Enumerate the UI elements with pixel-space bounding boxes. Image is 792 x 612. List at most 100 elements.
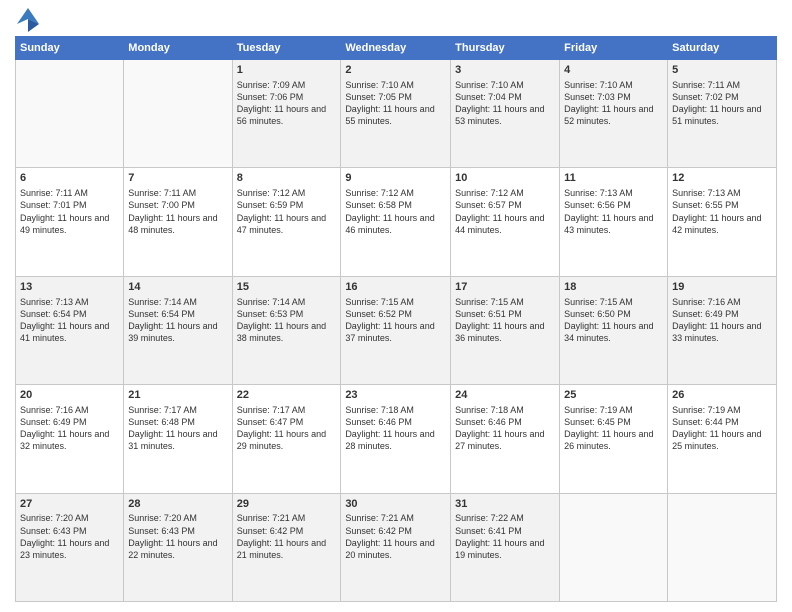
day-number: 23 (345, 388, 446, 403)
day-number: 10 (455, 171, 555, 186)
daylight-text: Daylight: 11 hours and 56 minutes. (237, 103, 337, 127)
week-row-3: 13Sunrise: 7:13 AMSunset: 6:54 PMDayligh… (16, 276, 777, 384)
sunrise-text: Sunrise: 7:17 AM (128, 404, 227, 416)
sunset-text: Sunset: 6:52 PM (345, 308, 446, 320)
sunset-text: Sunset: 7:00 PM (128, 199, 227, 211)
sunset-text: Sunset: 6:58 PM (345, 199, 446, 211)
sunset-text: Sunset: 6:48 PM (128, 416, 227, 428)
page: SundayMondayTuesdayWednesdayThursdayFrid… (0, 0, 792, 612)
sunrise-text: Sunrise: 7:10 AM (564, 79, 663, 91)
sunset-text: Sunset: 6:55 PM (672, 199, 772, 211)
sunrise-text: Sunrise: 7:14 AM (237, 296, 337, 308)
day-number: 19 (672, 280, 772, 295)
day-number: 12 (672, 171, 772, 186)
sunrise-text: Sunrise: 7:11 AM (20, 187, 119, 199)
sunset-text: Sunset: 6:43 PM (128, 525, 227, 537)
calendar-cell: 4Sunrise: 7:10 AMSunset: 7:03 PMDaylight… (560, 60, 668, 168)
calendar-cell: 19Sunrise: 7:16 AMSunset: 6:49 PMDayligh… (668, 276, 777, 384)
sunrise-text: Sunrise: 7:12 AM (455, 187, 555, 199)
calendar-table: SundayMondayTuesdayWednesdayThursdayFrid… (15, 36, 777, 602)
daylight-text: Daylight: 11 hours and 44 minutes. (455, 212, 555, 236)
day-number: 9 (345, 171, 446, 186)
daylight-text: Daylight: 11 hours and 42 minutes. (672, 212, 772, 236)
week-row-4: 20Sunrise: 7:16 AMSunset: 6:49 PMDayligh… (16, 385, 777, 493)
daylight-text: Daylight: 11 hours and 53 minutes. (455, 103, 555, 127)
daylight-text: Daylight: 11 hours and 33 minutes. (672, 320, 772, 344)
sunset-text: Sunset: 6:46 PM (345, 416, 446, 428)
daylight-text: Daylight: 11 hours and 20 minutes. (345, 537, 446, 561)
daylight-text: Daylight: 11 hours and 43 minutes. (564, 212, 663, 236)
daylight-text: Daylight: 11 hours and 37 minutes. (345, 320, 446, 344)
calendar-cell: 11Sunrise: 7:13 AMSunset: 6:56 PMDayligh… (560, 168, 668, 276)
sunset-text: Sunset: 6:47 PM (237, 416, 337, 428)
calendar-cell: 21Sunrise: 7:17 AMSunset: 6:48 PMDayligh… (124, 385, 232, 493)
week-row-5: 27Sunrise: 7:20 AMSunset: 6:43 PMDayligh… (16, 493, 777, 601)
day-number: 27 (20, 497, 119, 512)
calendar-cell: 22Sunrise: 7:17 AMSunset: 6:47 PMDayligh… (232, 385, 341, 493)
daylight-text: Daylight: 11 hours and 51 minutes. (672, 103, 772, 127)
daylight-text: Daylight: 11 hours and 49 minutes. (20, 212, 119, 236)
calendar-cell: 14Sunrise: 7:14 AMSunset: 6:54 PMDayligh… (124, 276, 232, 384)
calendar-cell: 10Sunrise: 7:12 AMSunset: 6:57 PMDayligh… (451, 168, 560, 276)
calendar-cell: 9Sunrise: 7:12 AMSunset: 6:58 PMDaylight… (341, 168, 451, 276)
day-number: 13 (20, 280, 119, 295)
sunrise-text: Sunrise: 7:10 AM (455, 79, 555, 91)
sunset-text: Sunset: 6:57 PM (455, 199, 555, 211)
sunset-text: Sunset: 6:59 PM (237, 199, 337, 211)
daylight-text: Daylight: 11 hours and 46 minutes. (345, 212, 446, 236)
sunrise-text: Sunrise: 7:15 AM (345, 296, 446, 308)
day-number: 14 (128, 280, 227, 295)
daylight-text: Daylight: 11 hours and 19 minutes. (455, 537, 555, 561)
calendar-cell: 2Sunrise: 7:10 AMSunset: 7:05 PMDaylight… (341, 60, 451, 168)
sunrise-text: Sunrise: 7:15 AM (455, 296, 555, 308)
sunset-text: Sunset: 6:42 PM (237, 525, 337, 537)
daylight-text: Daylight: 11 hours and 52 minutes. (564, 103, 663, 127)
day-number: 11 (564, 171, 663, 186)
daylight-text: Daylight: 11 hours and 32 minutes. (20, 428, 119, 452)
sunrise-text: Sunrise: 7:10 AM (345, 79, 446, 91)
day-number: 24 (455, 388, 555, 403)
sunrise-text: Sunrise: 7:16 AM (672, 296, 772, 308)
calendar-cell (560, 493, 668, 601)
sunset-text: Sunset: 7:01 PM (20, 199, 119, 211)
day-number: 31 (455, 497, 555, 512)
daylight-text: Daylight: 11 hours and 36 minutes. (455, 320, 555, 344)
header-row: SundayMondayTuesdayWednesdayThursdayFrid… (16, 37, 777, 60)
day-header-monday: Monday (124, 37, 232, 60)
sunrise-text: Sunrise: 7:21 AM (345, 512, 446, 524)
daylight-text: Daylight: 11 hours and 29 minutes. (237, 428, 337, 452)
daylight-text: Daylight: 11 hours and 26 minutes. (564, 428, 663, 452)
day-number: 15 (237, 280, 337, 295)
daylight-text: Daylight: 11 hours and 22 minutes. (128, 537, 227, 561)
day-number: 21 (128, 388, 227, 403)
sunset-text: Sunset: 6:42 PM (345, 525, 446, 537)
calendar-cell: 31Sunrise: 7:22 AMSunset: 6:41 PMDayligh… (451, 493, 560, 601)
calendar-cell: 25Sunrise: 7:19 AMSunset: 6:45 PMDayligh… (560, 385, 668, 493)
sunrise-text: Sunrise: 7:19 AM (564, 404, 663, 416)
sunrise-text: Sunrise: 7:19 AM (672, 404, 772, 416)
daylight-text: Daylight: 11 hours and 28 minutes. (345, 428, 446, 452)
calendar-cell: 3Sunrise: 7:10 AMSunset: 7:04 PMDaylight… (451, 60, 560, 168)
sunset-text: Sunset: 6:46 PM (455, 416, 555, 428)
sunset-text: Sunset: 6:51 PM (455, 308, 555, 320)
sunset-text: Sunset: 6:53 PM (237, 308, 337, 320)
sunrise-text: Sunrise: 7:12 AM (237, 187, 337, 199)
day-number: 5 (672, 63, 772, 78)
logo-bird-icon (17, 6, 39, 32)
day-number: 6 (20, 171, 119, 186)
day-header-thursday: Thursday (451, 37, 560, 60)
calendar-cell: 18Sunrise: 7:15 AMSunset: 6:50 PMDayligh… (560, 276, 668, 384)
sunset-text: Sunset: 6:45 PM (564, 416, 663, 428)
calendar-cell: 17Sunrise: 7:15 AMSunset: 6:51 PMDayligh… (451, 276, 560, 384)
day-number: 18 (564, 280, 663, 295)
calendar-cell: 13Sunrise: 7:13 AMSunset: 6:54 PMDayligh… (16, 276, 124, 384)
day-number: 7 (128, 171, 227, 186)
day-header-wednesday: Wednesday (341, 37, 451, 60)
day-number: 17 (455, 280, 555, 295)
daylight-text: Daylight: 11 hours and 38 minutes. (237, 320, 337, 344)
calendar-cell: 27Sunrise: 7:20 AMSunset: 6:43 PMDayligh… (16, 493, 124, 601)
sunset-text: Sunset: 7:03 PM (564, 91, 663, 103)
week-row-1: 1Sunrise: 7:09 AMSunset: 7:06 PMDaylight… (16, 60, 777, 168)
calendar-cell: 26Sunrise: 7:19 AMSunset: 6:44 PMDayligh… (668, 385, 777, 493)
calendar-cell: 16Sunrise: 7:15 AMSunset: 6:52 PMDayligh… (341, 276, 451, 384)
